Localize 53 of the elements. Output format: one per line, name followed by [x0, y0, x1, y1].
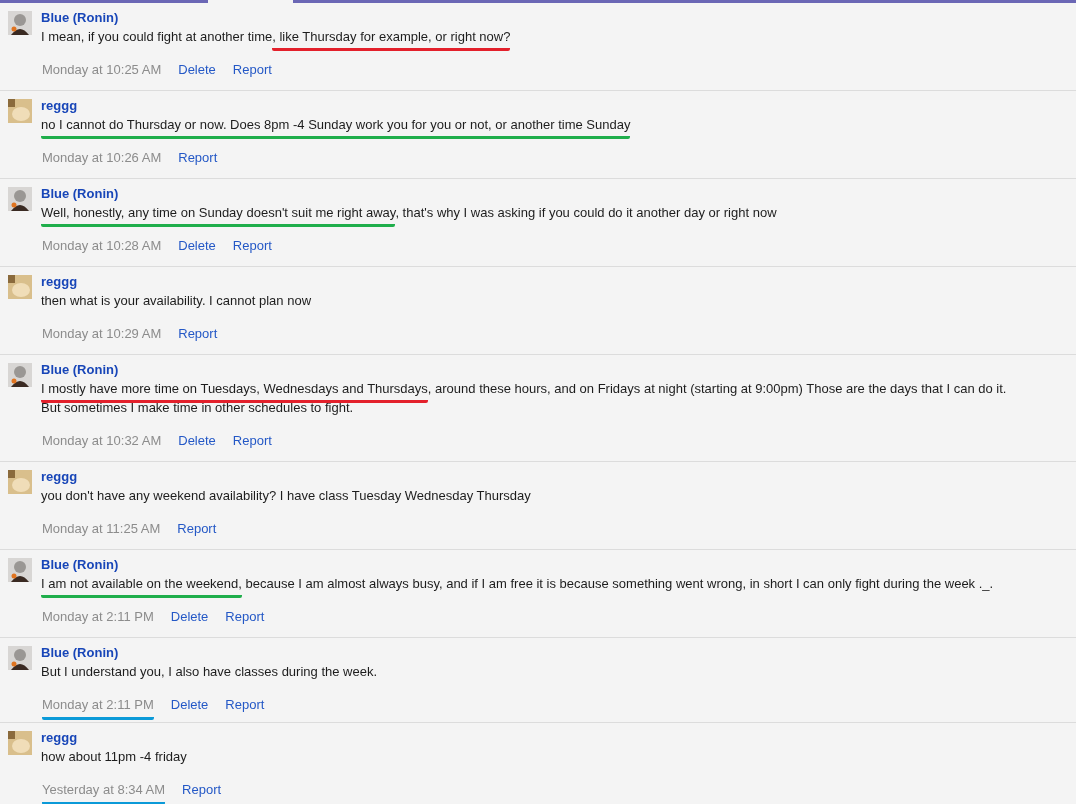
action-link[interactable]: Report — [178, 324, 218, 346]
action-link[interactable]: Report — [182, 780, 222, 799]
timestamp: Monday at 10:25 AM — [42, 61, 162, 79]
action-link[interactable]: Report — [232, 60, 272, 82]
author-name[interactable]: Blue (Ronin) — [41, 360, 119, 379]
timestamp: Monday at 2:11 PM — [42, 695, 154, 720]
author-name[interactable]: Blue (Ronin) — [41, 8, 119, 27]
timestamp: Yesterday at 8:34 AM — [42, 780, 166, 804]
author-name[interactable]: Blue (Ronin) — [41, 643, 119, 662]
avatar — [8, 558, 32, 582]
timestamp: Monday at 10:32 AM — [42, 432, 162, 450]
author-name[interactable]: reggg — [41, 272, 78, 291]
underlined-text: I am not available on the weekend, — [41, 576, 242, 598]
action-link[interactable]: Report — [178, 148, 218, 170]
underlined-text: , like Thursday for example, or right now? — [272, 29, 511, 51]
action-link[interactable]: Report — [232, 236, 272, 258]
action-link[interactable]: Report — [177, 519, 217, 541]
timestamp: Monday at 10:28 AM — [42, 237, 162, 255]
timestamp: Monday at 11:25 AM — [42, 520, 161, 538]
avatar — [8, 187, 32, 211]
action-link[interactable]: Delete — [178, 60, 216, 82]
avatar — [8, 99, 32, 123]
avatar — [8, 363, 32, 387]
message-text: you don't have any weekend availability? I have class Tuesday Wednesday Thursday — [41, 488, 531, 503]
avatar — [8, 646, 32, 670]
message-text: But I understand you, I also have classes during the week. — [41, 664, 378, 679]
avatar — [8, 275, 32, 299]
author-name[interactable]: Blue (Ronin) — [41, 184, 119, 203]
message-text: , around these hours, and on Fridays at night (starting at 9:00pm) Those are the days that I can do it. — [427, 381, 1007, 396]
author-name[interactable]: reggg — [41, 467, 78, 486]
message-text: then what is your availability. I cannot plan now — [41, 293, 312, 308]
author-name[interactable]: reggg — [41, 728, 78, 747]
author-name[interactable]: reggg — [41, 96, 78, 115]
message-text: , that's why I was asking if you could do it another day or right now — [395, 205, 777, 220]
timestamp: Monday at 2:11 PM — [42, 608, 154, 626]
message-text: because I am almost always busy, and if I am free it is because something went wrong, in short I can only fight during the week ._. — [244, 576, 994, 591]
action-link[interactable]: Delete — [178, 431, 216, 453]
action-link[interactable]: Delete — [178, 236, 216, 258]
action-link[interactable]: Report — [232, 431, 272, 453]
message-text: how about 11pm -4 friday — [41, 749, 187, 764]
action-link[interactable]: Delete — [170, 695, 209, 714]
action-link[interactable]: Delete — [170, 607, 209, 629]
underlined-text: I mostly have more time on Tuesdays, Wednesdays and Thursdays — [41, 381, 428, 403]
action-link[interactable]: Report — [225, 695, 265, 714]
avatar — [8, 11, 32, 35]
underlined-text: no I cannot do Thursday or now. Does 8pm -4 Sunday work you for you or not, or another time Sunday — [41, 117, 631, 139]
message-text: But sometimes I make time in other schedules to fight. — [41, 400, 354, 415]
avatar — [8, 731, 32, 755]
action-link[interactable]: Report — [225, 607, 265, 629]
author-name[interactable]: Blue (Ronin) — [41, 555, 119, 574]
timestamp: Monday at 10:26 AM — [42, 149, 162, 167]
avatar — [8, 470, 32, 494]
timestamp: Monday at 10:29 AM — [42, 325, 162, 343]
